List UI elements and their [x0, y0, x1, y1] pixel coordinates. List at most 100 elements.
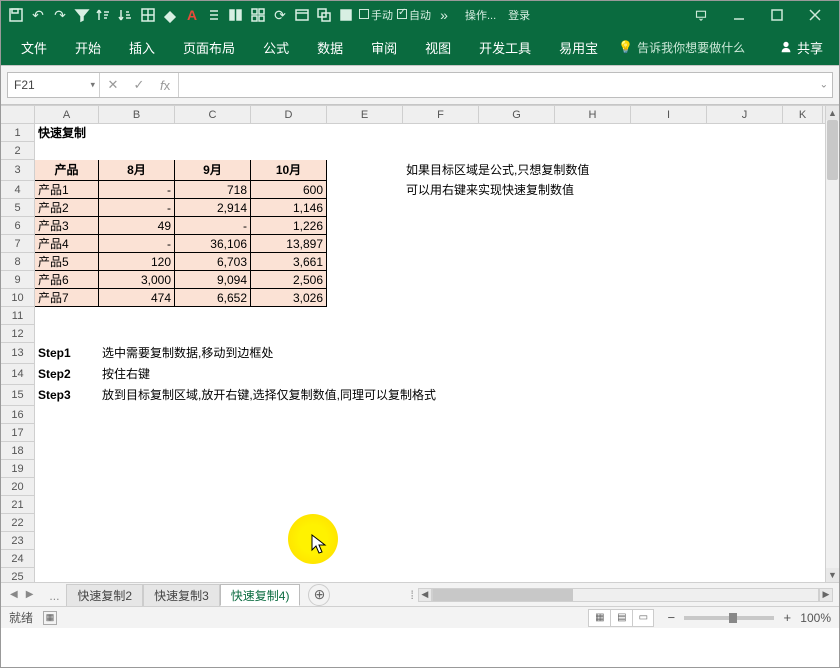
- table-cell[interactable]: 1,146: [251, 199, 327, 217]
- row-header[interactable]: 15: [1, 385, 34, 406]
- operations-menu[interactable]: 操作...: [465, 7, 496, 23]
- table-header[interactable]: 10月: [251, 160, 327, 181]
- page-break-button[interactable]: ▭: [632, 609, 654, 627]
- col-header[interactable]: I: [631, 106, 707, 123]
- grid-icon[interactable]: [249, 6, 267, 24]
- zoom-percent[interactable]: 100%: [800, 611, 831, 625]
- tab-insert[interactable]: 插入: [115, 29, 169, 65]
- row-header[interactable]: 3: [1, 160, 34, 181]
- row-header[interactable]: 13: [1, 343, 34, 364]
- macro-record-icon[interactable]: ▦: [43, 611, 57, 625]
- col-header[interactable]: B: [99, 106, 175, 123]
- table-cell[interactable]: 120: [99, 253, 175, 271]
- col-header[interactable]: J: [707, 106, 783, 123]
- more-icon[interactable]: »: [435, 6, 453, 24]
- zoom-out-button[interactable]: −: [664, 610, 678, 625]
- table-header[interactable]: 8月: [99, 160, 175, 181]
- col-header[interactable]: C: [175, 106, 251, 123]
- col-header[interactable]: G: [479, 106, 555, 123]
- col-header[interactable]: K: [783, 106, 823, 123]
- row-header[interactable]: 2: [1, 142, 34, 160]
- table-cell[interactable]: 3,661: [251, 253, 327, 271]
- table-header[interactable]: 产品: [35, 160, 99, 181]
- table-cell[interactable]: 474: [99, 289, 175, 307]
- stop-icon[interactable]: [337, 6, 355, 24]
- tell-me-search[interactable]: 💡 告诉我你想要做什么: [618, 39, 745, 56]
- save-icon[interactable]: [7, 6, 25, 24]
- step-label[interactable]: Step1: [35, 343, 99, 364]
- ribbon-options-icon[interactable]: [683, 3, 719, 27]
- share-button[interactable]: 共享: [769, 38, 833, 57]
- table-cell[interactable]: 3,000: [99, 271, 175, 289]
- tab-pagelayout[interactable]: 页面布局: [169, 29, 249, 65]
- table-cell[interactable]: -: [99, 199, 175, 217]
- table-cell[interactable]: 49: [99, 217, 175, 235]
- step-text[interactable]: 放到目标复制区域,放开右键,选择仅复制数值,同理可以复制格式: [99, 385, 699, 406]
- row-header[interactable]: 18: [1, 442, 34, 460]
- row-header[interactable]: 11: [1, 307, 34, 325]
- scroll-thumb[interactable]: [827, 120, 838, 180]
- row-header[interactable]: 6: [1, 217, 34, 235]
- sheet-nav-buttons[interactable]: ◀ ▶: [7, 589, 42, 600]
- row-header[interactable]: 20: [1, 478, 34, 496]
- step-label[interactable]: Step2: [35, 364, 99, 385]
- tab-home[interactable]: 开始: [61, 29, 115, 65]
- sheet-tabs-ellipsis[interactable]: ...: [42, 584, 66, 606]
- row-header[interactable]: 1: [1, 124, 34, 142]
- login-button[interactable]: 登录: [508, 7, 530, 23]
- table-cell[interactable]: 产品3: [35, 217, 99, 235]
- zoom-slider[interactable]: [684, 616, 774, 620]
- worksheet-grid[interactable]: A B C D E F G H I J K 123456789101112131…: [1, 105, 839, 582]
- table-icon[interactable]: [293, 6, 311, 24]
- sheet-tab-active[interactable]: 快速复制4): [220, 584, 301, 606]
- table-cell[interactable]: 产品5: [35, 253, 99, 271]
- scroll-thumb[interactable]: [433, 589, 573, 601]
- cell-note[interactable]: 可以用右键来实现快速复制数值: [403, 181, 783, 199]
- table-cell[interactable]: 6,703: [175, 253, 251, 271]
- tab-file[interactable]: 文件: [7, 29, 61, 65]
- list-icon[interactable]: [205, 6, 223, 24]
- table-cell[interactable]: 产品1: [35, 181, 99, 199]
- undo-icon[interactable]: ↶: [29, 6, 47, 24]
- refresh-icon[interactable]: ⟳: [271, 6, 289, 24]
- font-color-icon[interactable]: A: [183, 6, 201, 24]
- row-header[interactable]: 4: [1, 181, 34, 199]
- sheet-tab[interactable]: 快速复制3: [143, 584, 220, 606]
- table-cell[interactable]: -: [99, 181, 175, 199]
- fill-color-icon[interactable]: [161, 6, 179, 24]
- table-header[interactable]: 9月: [175, 160, 251, 181]
- table-cell[interactable]: 产品2: [35, 199, 99, 217]
- table-cell[interactable]: 13,897: [251, 235, 327, 253]
- table-cell[interactable]: 2,506: [251, 271, 327, 289]
- row-header[interactable]: 8: [1, 253, 34, 271]
- table-cell[interactable]: -: [175, 217, 251, 235]
- col-header[interactable]: A: [35, 106, 99, 123]
- scroll-left-icon[interactable]: ◀: [418, 588, 432, 602]
- vertical-scrollbar[interactable]: ▲ ▼: [825, 106, 839, 582]
- table-cell[interactable]: 6,652: [175, 289, 251, 307]
- row-header[interactable]: 21: [1, 496, 34, 514]
- table-cell[interactable]: 产品6: [35, 271, 99, 289]
- row-header[interactable]: 10: [1, 289, 34, 307]
- table-cell[interactable]: 2,914: [175, 199, 251, 217]
- table-cell[interactable]: 1,226: [251, 217, 327, 235]
- sheet-nav-prev-icon[interactable]: ◀: [7, 589, 21, 600]
- row-header[interactable]: 9: [1, 271, 34, 289]
- table-cell[interactable]: 9,094: [175, 271, 251, 289]
- redo-icon[interactable]: ↷: [51, 6, 69, 24]
- table-cell[interactable]: 产品7: [35, 289, 99, 307]
- col-header[interactable]: D: [251, 106, 327, 123]
- cell-title[interactable]: 快速复制: [35, 124, 99, 142]
- table-cell[interactable]: 718: [175, 181, 251, 199]
- cancel-formula-button[interactable]: ✕: [100, 77, 126, 93]
- tab-developer[interactable]: 开发工具: [465, 29, 545, 65]
- sort-desc-icon[interactable]: [117, 6, 135, 24]
- tab-data[interactable]: 数据: [303, 29, 357, 65]
- cell-note[interactable]: 如果目标区域是公式,只想复制数值: [403, 160, 783, 181]
- chevron-down-icon[interactable]: ▾: [90, 80, 95, 91]
- borders-icon[interactable]: [139, 6, 157, 24]
- minimize-button[interactable]: [721, 3, 757, 27]
- row-header[interactable]: 17: [1, 424, 34, 442]
- table-cell[interactable]: 36,106: [175, 235, 251, 253]
- row-header[interactable]: 23: [1, 532, 34, 550]
